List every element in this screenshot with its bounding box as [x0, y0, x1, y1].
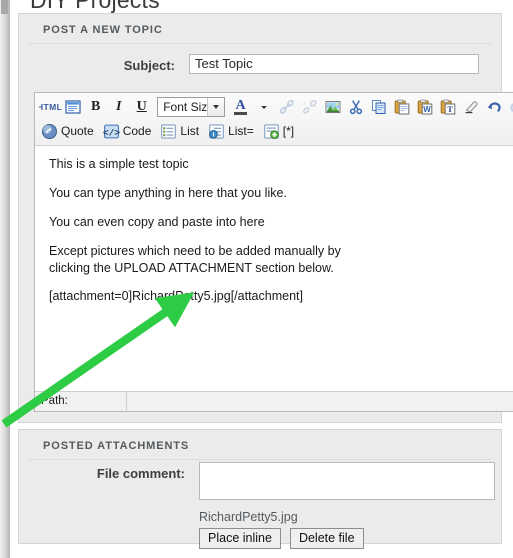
code-label: Code — [122, 124, 152, 138]
editor-toggle-icon[interactable] — [62, 97, 83, 118]
svg-text:W: W — [423, 105, 431, 114]
paste-as-text-icon[interactable]: T — [437, 97, 458, 118]
attachment-filename: RichardPetty5.jpg — [199, 510, 298, 524]
html-source-button[interactable]: HTML — [39, 97, 62, 118]
place-inline-button[interactable]: Place inline — [199, 528, 281, 549]
scrollbar-thumb[interactable] — [1, 0, 8, 14]
link-icon[interactable] — [276, 97, 297, 118]
editor-paragraph: You can even copy and paste into here — [49, 214, 265, 229]
list-button[interactable]: List — [158, 121, 204, 142]
subject-label: Subject: — [123, 58, 175, 73]
undo-icon[interactable] — [483, 97, 504, 118]
attachments-section-heading-label: POSTED ATTACHMENTS — [43, 440, 190, 452]
editor-toolbar-row-1: HTML B I U Font Size A W T — [39, 95, 513, 119]
copy-icon[interactable] — [368, 97, 389, 118]
list-icon — [161, 123, 177, 139]
remove-format-eraser-icon[interactable] — [460, 97, 481, 118]
subject-input[interactable] — [189, 54, 479, 74]
quote-icon — [41, 123, 58, 139]
list-item-label: [*] — [282, 124, 295, 138]
subject-field-row: Subject: — [19, 44, 501, 74]
file-comment-row: File comment: RichardPetty5.jpg Place in… — [19, 460, 501, 549]
chevron-down-icon[interactable] — [207, 98, 224, 116]
post-section-heading: POST A NEW TOPIC — [29, 14, 491, 44]
editor-status-bar: Path: — [35, 391, 513, 411]
font-size-select[interactable]: Font Size — [157, 97, 225, 117]
svg-text:i: i — [213, 131, 215, 138]
underline-button[interactable]: U — [131, 97, 152, 118]
attachment-actions: Place inline Delete file — [199, 528, 495, 549]
image-icon[interactable] — [322, 97, 343, 118]
editor-paragraph: You can type anything in here that you l… — [49, 185, 287, 200]
paste-icon[interactable] — [391, 97, 412, 118]
editor-toolbar: HTML B I U Font Size A W T Quote </> Cod… — [35, 93, 513, 146]
file-comment-label: File comment: — [96, 466, 185, 481]
svg-text:</>: </> — [103, 127, 120, 138]
list-ordered-label: List= — [228, 124, 254, 138]
font-color-button[interactable]: A — [230, 97, 251, 118]
italic-button[interactable]: I — [108, 97, 129, 118]
rich-text-editor: HTML B I U Font Size A W T Quote </> Cod… — [34, 92, 513, 412]
file-comment-textarea[interactable] — [199, 462, 495, 500]
editor-paragraph: This is a simple test topic — [49, 157, 189, 171]
list-ordered-button[interactable]: i List= — [206, 121, 259, 142]
cut-icon[interactable] — [345, 97, 366, 118]
code-icon: </> — [103, 124, 120, 138]
posted-attachments-panel: POSTED ATTACHMENTS File comment: Richard… — [18, 429, 502, 549]
redo-icon[interactable] — [506, 97, 513, 118]
editor-paragraph-attachment-tag: [attachment=0]RichardPetty5.jpg[/attachm… — [49, 289, 303, 304]
quote-label: Quote — [61, 124, 94, 138]
editor-toolbar-row-2: Quote </> Code List i List= [*] — [39, 119, 513, 143]
font-color-dropdown-icon[interactable] — [253, 97, 274, 118]
editor-content-area[interactable]: This is a simple test topic You can type… — [35, 146, 513, 391]
post-new-topic-panel: POST A NEW TOPIC Subject: HTML — [18, 13, 513, 423]
svg-text:T: T — [447, 105, 453, 114]
editor-paragraph: Except pictures which need to be added m… — [49, 243, 341, 275]
list-ordered-icon: i — [209, 123, 224, 139]
delete-file-button[interactable]: Delete file — [289, 528, 364, 549]
list-item-button[interactable]: [*] — [261, 121, 299, 142]
code-button[interactable]: </> Code — [101, 121, 157, 142]
unlink-icon[interactable] — [299, 97, 320, 118]
page-scrollbar[interactable] — [0, 0, 10, 558]
bold-button[interactable]: B — [85, 97, 106, 118]
post-section-heading-label: POST A NEW TOPIC — [43, 24, 163, 36]
page-title: DIY Projects — [30, 0, 160, 13]
attachments-section-heading: POSTED ATTACHMENTS — [29, 430, 491, 460]
quote-button[interactable]: Quote — [39, 121, 99, 142]
attachment-entry: RichardPetty5.jpg Place inline Delete fi… — [199, 462, 495, 549]
page-root: DIY Projects POST A NEW TOPIC Subject: H… — [0, 0, 513, 558]
paste-from-word-icon[interactable]: W — [414, 97, 435, 118]
editor-path-label: Path: — [35, 392, 127, 411]
list-label: List — [180, 124, 200, 138]
list-item-icon — [263, 123, 279, 139]
